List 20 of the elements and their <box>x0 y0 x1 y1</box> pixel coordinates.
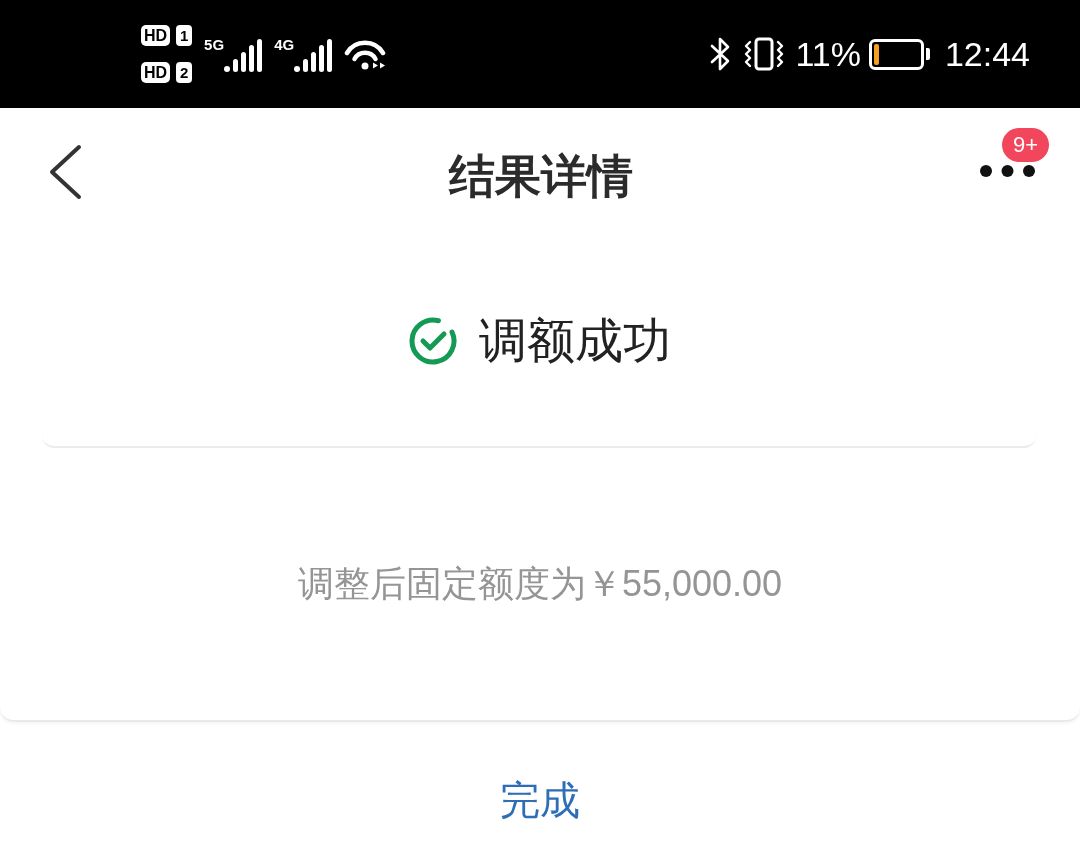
network-type-label: 4G <box>274 36 295 53</box>
sim-slot-number: 2 <box>176 62 193 83</box>
signal-bars-icon <box>224 39 263 72</box>
more-button[interactable] <box>979 163 1036 178</box>
back-chevron-icon <box>48 143 82 200</box>
hd-badge: HD <box>141 25 171 46</box>
success-check-icon <box>407 315 458 366</box>
battery-percent: 11% <box>795 34 861 74</box>
hd-badge: HD <box>141 62 171 83</box>
network-type-label: 5G <box>204 36 225 53</box>
notification-count-badge: 9+ <box>1002 127 1050 162</box>
clock-time: 12:44 <box>944 34 1030 74</box>
more-dots-icon <box>979 163 1036 178</box>
done-button[interactable]: 完成 <box>496 775 584 825</box>
limit-detail-text: 调整后固定额度为￥55,000.00 <box>297 562 783 606</box>
page-title: 结果详情 <box>449 148 633 204</box>
sim-slot-number: 1 <box>176 25 193 46</box>
signal-bars-icon <box>294 39 333 72</box>
vibrate-icon <box>744 37 785 71</box>
result-title: 调额成功 <box>478 312 671 369</box>
